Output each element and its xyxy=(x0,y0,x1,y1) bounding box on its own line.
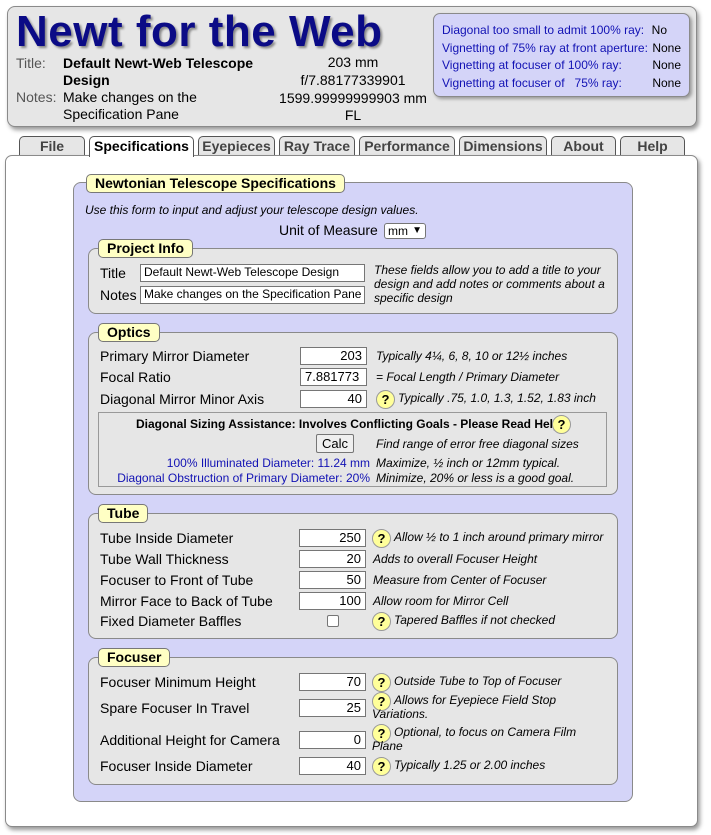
tube-inside-diameter-input[interactable]: 250 xyxy=(299,529,366,547)
title-label: Title: xyxy=(16,55,46,71)
camera-height-label: Additional Height for Camera xyxy=(100,732,280,748)
status-label: Vignetting of 75% ray at front aperture: xyxy=(442,41,648,55)
tab-about[interactable]: About xyxy=(551,136,616,156)
mirror-to-back-input[interactable]: 100 xyxy=(299,592,366,610)
unit-select[interactable]: mm ▼ xyxy=(384,223,426,239)
status-value: None xyxy=(652,76,681,90)
focuser-inside-diameter-hint: Typically 1.25 or 2.00 inches xyxy=(394,758,546,772)
tube-wall-thickness-label: Tube Wall Thickness xyxy=(100,551,229,567)
focuser-to-front-input[interactable]: 50 xyxy=(299,571,366,589)
project-info-hint: These fields allow you to add a title to… xyxy=(374,263,605,305)
calc-hint: Find range of error free diagonal sizes xyxy=(376,437,579,451)
focuser-min-height-label: Focuser Minimum Height xyxy=(100,674,256,690)
specifications-legend: Newtonian Telescope Specifications xyxy=(86,174,345,193)
focuser-legend: Focuser xyxy=(98,648,171,667)
status-label: Vignetting at focuser of 75% ray: xyxy=(442,76,622,90)
help-icon[interactable]: ? xyxy=(372,612,391,631)
status-label: Vignetting at focuser of 100% ray: xyxy=(442,58,622,72)
spare-focuser-travel-hint: Allows for Eyepiece Field Stop Variation… xyxy=(372,693,557,721)
help-icon[interactable]: ? xyxy=(372,673,391,692)
focuser-to-front-label: Focuser to Front of Tube xyxy=(100,572,254,588)
project-notes-input[interactable]: Make changes on the Specification Pane xyxy=(140,286,365,304)
header-panel: Newt for the Web Title: Default Newt-Web… xyxy=(7,6,697,127)
focuser-inside-diameter-input[interactable]: 40 xyxy=(299,757,366,775)
diagonal-minor-axis-input[interactable]: 40 xyxy=(300,390,367,408)
tube-wall-thickness-hint: Adds to overall Focuser Height xyxy=(373,552,538,566)
project-title-label: Title xyxy=(100,265,126,281)
tube-inside-diameter-label: Tube Inside Diameter xyxy=(100,530,234,546)
tube-legend: Tube xyxy=(98,504,149,523)
focuser-min-height-hint: Outside Tube to Top of Focuser xyxy=(394,674,562,688)
tab-eyepieces[interactable]: Eyepieces xyxy=(198,136,275,156)
project-title-input[interactable]: Default Newt-Web Telescope Design xyxy=(140,264,365,282)
focuser-min-height-input[interactable]: 70 xyxy=(299,673,366,691)
focuser-inside-diameter-label: Focuser Inside Diameter xyxy=(100,758,253,774)
status-row: Vignetting of 75% ray at front aperture:… xyxy=(442,41,681,58)
aperture-value: 203 mm xyxy=(327,54,379,70)
camera-height-input[interactable]: 0 xyxy=(299,731,366,749)
illuminated-diameter-hint: Maximize, ½ inch or 12mm typical. xyxy=(376,456,561,470)
optics-legend: Optics xyxy=(98,323,160,342)
chevron-down-icon: ▼ xyxy=(412,225,422,236)
primary-diameter-input[interactable]: 203 xyxy=(300,347,367,365)
intro-text: Use this form to input and adjust your t… xyxy=(85,203,419,217)
design-notes: Make changes on the Specification Pane xyxy=(63,89,197,122)
status-value: None xyxy=(652,41,681,55)
help-icon[interactable]: ? xyxy=(372,529,391,548)
diagonal-obstruction-hint: Minimize, 20% or less is a good goal. xyxy=(376,471,575,485)
spare-focuser-travel-label: Spare Focuser In Travel xyxy=(100,700,250,716)
calc-button[interactable]: Calc xyxy=(316,434,354,453)
tab-ray-trace[interactable]: Ray Trace xyxy=(279,136,355,156)
fixed-baffles-label: Fixed Diameter Baffles xyxy=(100,613,242,629)
primary-diameter-hint: Typically 4¼, 6, 8, 10 or 12½ inches xyxy=(376,349,568,363)
status-row: Vignetting at focuser of 75% ray: None xyxy=(442,76,681,93)
status-value: None xyxy=(652,58,681,72)
diagonal-minor-axis-hint: Typically .75, 1.0, 1.3, 1.52, 1.83 inch xyxy=(398,391,596,405)
status-label: Diagonal too small to admit 100% ray: xyxy=(442,23,645,37)
tube-inside-diameter-hint: Allow ½ to 1 inch around primary mirror xyxy=(394,530,604,544)
notes-label: Notes: xyxy=(16,89,57,105)
status-box: Diagonal too small to admit 100% ray: No… xyxy=(433,13,690,97)
app-title: Newt for the Web xyxy=(16,7,383,56)
tab-help[interactable]: Help xyxy=(620,136,685,156)
tube-wall-thickness-input[interactable]: 20 xyxy=(299,550,366,568)
unit-label: Unit of Measure xyxy=(279,222,378,238)
diagonal-obstruction: Diagonal Obstruction of Primary Diameter… xyxy=(117,471,370,485)
help-icon[interactable]: ? xyxy=(372,757,391,776)
status-row: Vignetting at focuser of 100% ray: None xyxy=(442,58,681,75)
project-notes-label: Notes xyxy=(100,287,137,303)
unit-value: mm xyxy=(388,224,408,238)
focal-ratio-value: f/7.88177339901 xyxy=(300,72,406,88)
camera-height-hint: Optional, to focus on Camera Film Plane xyxy=(372,725,577,753)
fl-label: FL xyxy=(344,107,362,123)
help-icon[interactable]: ? xyxy=(376,390,395,409)
tab-specifications[interactable]: Specifications xyxy=(89,136,194,157)
project-info-legend: Project Info xyxy=(98,239,194,258)
help-icon[interactable]: ? xyxy=(552,415,571,434)
focal-ratio-label: Focal Ratio xyxy=(100,369,171,385)
diagonal-minor-axis-label: Diagonal Mirror Minor Axis xyxy=(100,391,265,407)
focal-ratio-hint: = Focal Length / Primary Diameter xyxy=(376,370,560,384)
diagonal-assist-title: Diagonal Sizing Assistance: Involves Con… xyxy=(136,417,561,431)
fixed-baffles-checkbox[interactable] xyxy=(327,615,339,627)
focal-ratio-input[interactable]: 7.881773 xyxy=(300,368,367,386)
status-row: Diagonal too small to admit 100% ray: No xyxy=(442,23,681,40)
tab-file[interactable]: File xyxy=(19,136,85,156)
focuser-to-front-hint: Measure from Center of Focuser xyxy=(373,573,547,587)
status-value: No xyxy=(651,23,667,37)
mirror-to-back-label: Mirror Face to Back of Tube xyxy=(100,593,273,609)
tab-performance[interactable]: Performance xyxy=(359,136,455,156)
tab-dimensions[interactable]: Dimensions xyxy=(459,136,547,156)
focal-length-value: 1599.99999999903 mm xyxy=(279,90,427,106)
spare-focuser-travel-input[interactable]: 25 xyxy=(299,699,366,717)
fixed-baffles-hint: Tapered Baffles if not checked xyxy=(394,613,555,627)
design-title: Default Newt-Web Telescope Design xyxy=(63,55,254,88)
illuminated-diameter: 100% Illuminated Diameter: 11.24 mm xyxy=(166,456,370,470)
mirror-to-back-hint: Allow room for Mirror Cell xyxy=(373,594,509,608)
primary-diameter-label: Primary Mirror Diameter xyxy=(100,348,250,364)
